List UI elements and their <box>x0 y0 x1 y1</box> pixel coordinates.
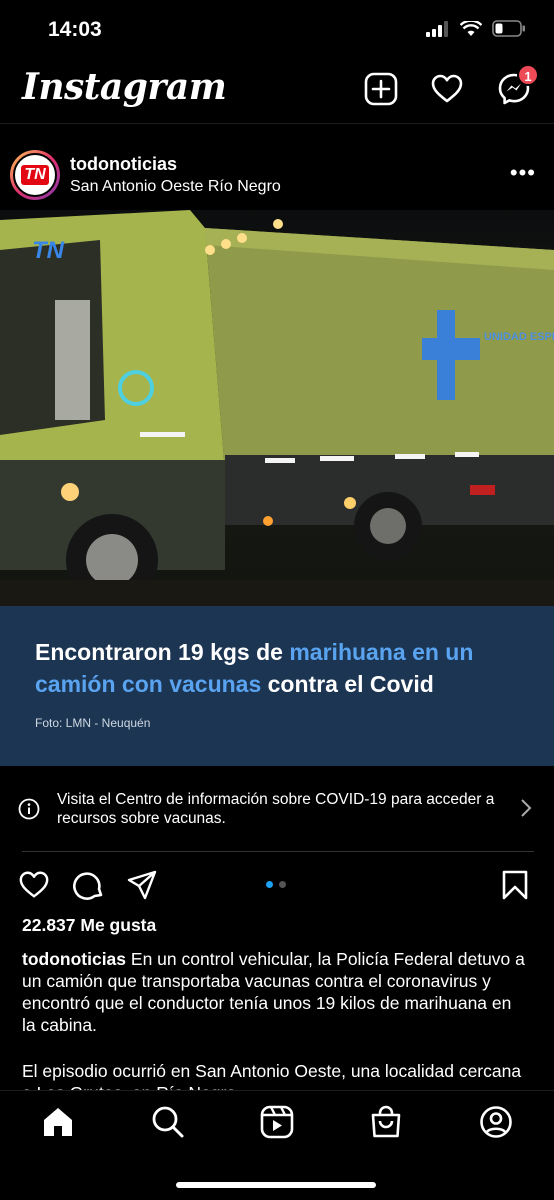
share-button[interactable] <box>126 869 158 901</box>
info-icon <box>18 798 40 820</box>
wifi-icon <box>460 20 482 36</box>
avatar[interactable]: TN <box>10 150 60 200</box>
home-indicator[interactable] <box>176 1182 376 1188</box>
photo-credit: Foto: LMN - Neuquén <box>35 716 151 730</box>
carousel-indicator <box>266 881 286 888</box>
like-icon <box>19 871 49 898</box>
nav-shop[interactable] <box>369 1105 403 1139</box>
cellular-signal-icon <box>426 20 448 37</box>
post-header: TN todonoticias San Antonio Oeste Río Ne… <box>0 138 554 210</box>
instagram-logo[interactable]: Instagram <box>22 66 227 108</box>
messages-button[interactable]: 1 <box>497 64 539 106</box>
nav-home[interactable] <box>41 1105 75 1139</box>
battery-icon <box>492 20 525 37</box>
activity-button[interactable] <box>430 72 464 106</box>
carousel-dot-active <box>266 881 273 888</box>
more-options-icon[interactable]: ••• <box>510 160 536 186</box>
carousel-dot <box>279 881 286 888</box>
headline: Encontraron 19 kgs de marihuana en un ca… <box>35 639 474 697</box>
shop-icon <box>371 1105 401 1138</box>
new-post-button[interactable] <box>364 72 398 106</box>
nav-profile[interactable] <box>479 1105 513 1139</box>
reels-icon <box>260 1105 294 1139</box>
status-time: 14:03 <box>48 18 102 41</box>
like-button[interactable] <box>18 869 50 901</box>
like-count[interactable]: 22.837 Me gusta <box>22 915 156 936</box>
truck-photo: UNIDAD ESPECIAL DE SALUD <box>0 210 554 606</box>
home-icon <box>44 1108 72 1136</box>
comment-icon <box>73 872 103 900</box>
status-bar: 14:03 <box>0 0 554 60</box>
nav-reels[interactable] <box>260 1105 294 1139</box>
chevron-right-icon <box>521 799 532 817</box>
tn-watermark: TN <box>32 237 65 264</box>
post-caption: todonoticias En un control vehicular, la… <box>22 948 527 1036</box>
post-actions <box>0 862 554 908</box>
headline-card: Encontraron 19 kgs de marihuana en un ca… <box>0 606 554 766</box>
post-location[interactable]: San Antonio Oeste Río Negro <box>70 178 281 196</box>
search-icon <box>152 1106 184 1138</box>
truck-text: UNIDAD ESPECIAL DE SALUD <box>484 331 554 343</box>
bookmark-icon <box>502 870 528 900</box>
nav-search[interactable] <box>151 1105 185 1139</box>
status-icons <box>426 20 526 37</box>
share-icon <box>127 870 157 900</box>
app-header: Instagram 1 <box>0 60 554 124</box>
caption-username[interactable]: todonoticias <box>22 949 126 969</box>
new-post-icon <box>364 72 398 106</box>
profile-icon <box>480 1106 512 1138</box>
covid-info-text: Visita el Centro de información sobre CO… <box>57 791 495 827</box>
post-caption-continued: El episodio ocurrió en San Antonio Oeste… <box>22 1061 522 1090</box>
post-username[interactable]: todonoticias <box>70 154 177 175</box>
post-image[interactable]: UNIDAD ESPECIAL DE SALUD <box>0 210 554 766</box>
heart-icon <box>431 74 463 103</box>
comment-button[interactable] <box>73 869 105 901</box>
covid-info-banner[interactable]: Visita el Centro de información sobre CO… <box>0 766 554 852</box>
divider <box>22 851 534 852</box>
avatar-logo: TN <box>21 165 49 185</box>
save-button[interactable] <box>500 869 532 901</box>
messages-badge: 1 <box>517 64 539 86</box>
truck-illustration: UNIDAD ESPECIAL DE SALUD <box>0 210 554 606</box>
